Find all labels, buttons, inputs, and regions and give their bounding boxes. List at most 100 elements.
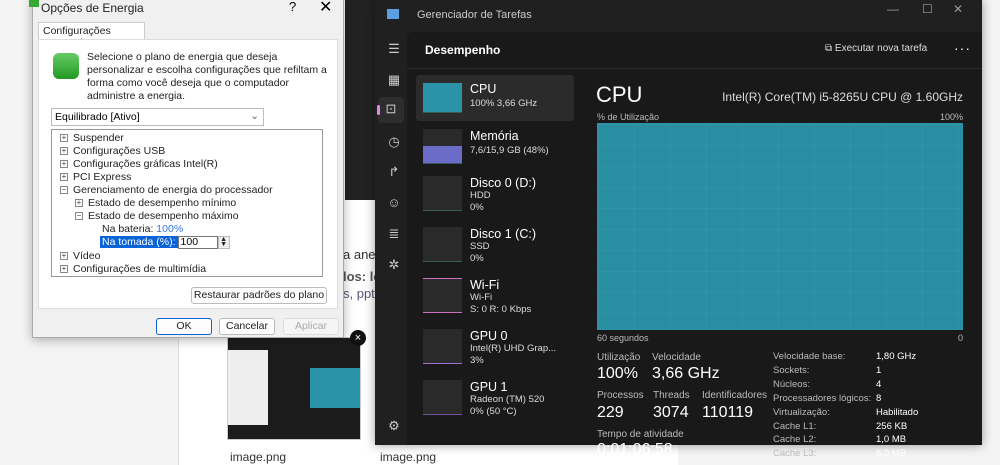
spec-value: 256 KB <box>876 420 908 432</box>
chevron-down-icon: ⌄ <box>250 110 259 122</box>
main-content: Desempenho ⧉ Executar nova tarefa ··· CP… <box>407 32 982 459</box>
nav-performance[interactable]: ⊡ <box>377 97 404 123</box>
stat-label: Utilização <box>597 352 641 363</box>
cpu-model: Intel(R) Core(TM) i5-8265U CPU @ 1.60GHz <box>722 90 963 104</box>
spec-label: Processadores lógicos: <box>773 392 872 404</box>
spec-value: 6,0 MB <box>876 448 907 460</box>
tree-item[interactable]: + Vídeo <box>60 250 100 262</box>
spec-label: Cache L2: <box>773 434 817 446</box>
startup-icon[interactable]: ↱ <box>386 164 402 180</box>
expand-icon: + <box>75 198 83 208</box>
close-icon[interactable]: × <box>350 330 366 346</box>
tree-item[interactable]: + Configurações USB <box>60 145 165 157</box>
stat-processes: 229 <box>597 404 624 421</box>
apply-button[interactable]: Aplicar <box>283 318 339 335</box>
device-gpu1[interactable]: GPU 1 Radeon (TM) 520 0% (50 °C) <box>416 373 574 419</box>
new-task-icon: ⧉ <box>825 43 835 54</box>
power-options-dialog: Opções de Energia ? ✕ Configurações avan… <box>29 0 344 338</box>
processes-icon[interactable]: ▦ <box>386 72 402 88</box>
plan-value: Equilibrado [Ativo] <box>55 111 140 123</box>
expand-icon: + <box>60 251 68 261</box>
ok-button[interactable]: OK <box>156 318 212 335</box>
performance-icon: ⊡ <box>385 101 397 116</box>
image-thumbnail[interactable] <box>227 337 361 440</box>
details-icon[interactable]: ≣ <box>386 226 402 242</box>
history-icon[interactable]: ◷ <box>386 134 402 150</box>
spec-label: Sockets: <box>773 364 810 376</box>
task-manager-icon <box>387 9 399 19</box>
hamburger-menu-icon[interactable]: ☰ <box>386 41 402 57</box>
expand-icon: + <box>60 133 68 143</box>
task-manager-window: Gerenciador de Tarefas — ☐ ✕ ☰ ▦ ⊡ ◷ ↱ ☺… <box>375 0 982 459</box>
close-button[interactable]: ✕ <box>319 0 332 17</box>
graph-label: % de Utilização <box>597 112 660 122</box>
battery-plug-icon <box>53 53 79 79</box>
tab-advanced-settings[interactable]: Configurações avançadas <box>38 22 145 49</box>
tree-item[interactable]: + Configurações gráficas Intel(R) <box>60 158 218 170</box>
spec-value: 1,80 GHz <box>876 351 917 362</box>
stat-handles: 110119 <box>702 404 754 421</box>
more-options-button[interactable]: ··· <box>954 40 971 56</box>
power-icon <box>29 0 39 7</box>
tree-item[interactable]: + Configurações de multimídia <box>60 263 206 275</box>
device-gpu0[interactable]: GPU 0 Intel(R) UHD Grap... 3% <box>416 322 574 368</box>
page-title: Desempenho <box>425 43 501 57</box>
settings-gear-icon[interactable]: ⚙ <box>386 418 402 434</box>
run-new-task-button[interactable]: ⧉ Executar nova tarefa <box>825 43 927 54</box>
detail-title: CPU <box>596 82 643 107</box>
spec-value: 8 <box>876 392 882 404</box>
expand-icon: + <box>60 159 68 169</box>
help-button[interactable]: ? <box>289 0 296 14</box>
tree-item[interactable]: + Estado de desempenho mínimo <box>75 197 236 209</box>
tree-item[interactable]: + PCI Express <box>60 171 131 183</box>
stat-threads: 3074 <box>653 404 689 421</box>
stat-label: Processos <box>597 390 644 401</box>
graph-fill <box>598 124 962 329</box>
plan-select[interactable]: Equilibrado [Ativo] ⌄ <box>51 108 264 126</box>
services-icon[interactable]: ✲ <box>386 257 402 273</box>
stat-label: Velocidade <box>652 352 701 363</box>
settings-tree: + Suspender + Configurações USB + Configura… <box>51 129 323 277</box>
stat-label: Threads <box>653 390 690 401</box>
graph-time-label: 60 segundos <box>597 333 649 343</box>
device-disk0[interactable]: Disco 0 (D:) HDD 0% <box>416 169 574 215</box>
expand-icon: + <box>60 146 68 156</box>
spec-label: Virtualização: <box>773 406 830 418</box>
tree-item[interactable]: − Gerenciamento de energia do processador <box>60 184 273 196</box>
cancel-button[interactable]: Cancelar <box>219 318 275 335</box>
plugged-value-input[interactable]: 100 <box>177 236 218 249</box>
spec-label: Cache L3: <box>773 448 817 460</box>
device-memory[interactable]: Memória 7,6/15,9 GB (48%) <box>416 122 574 168</box>
stat-speed: 3,66 GHz <box>652 365 720 382</box>
close-button[interactable]: ✕ <box>953 2 963 16</box>
graph-time-end: 0 <box>957 333 963 343</box>
minimize-button[interactable]: — <box>887 2 899 16</box>
spec-label: Cache L1: <box>773 420 817 432</box>
spinner-arrows[interactable]: ▲ ▼ <box>217 236 230 249</box>
tree-item[interactable]: + Suspender <box>60 132 124 144</box>
file-name[interactable]: image.png <box>380 450 436 464</box>
maximize-button[interactable]: ☐ <box>922 2 933 16</box>
spec-value: Habilitado <box>876 406 919 418</box>
expand-icon: + <box>60 172 68 182</box>
file-name[interactable]: image.png <box>230 450 286 464</box>
spec-value: 4 <box>876 378 882 390</box>
battery-setting[interactable]: Na bateria: 100% <box>102 223 183 235</box>
stat-utilization: 100% <box>597 365 638 382</box>
plugged-setting[interactable]: Na tomada (%): 100 ▲ ▼ <box>100 236 230 249</box>
device-cpu[interactable]: CPU 100% 3,66 GHz <box>416 75 574 121</box>
collapse-icon: − <box>60 185 68 195</box>
tree-item[interactable]: − Estado de desempenho máximo <box>75 210 239 222</box>
device-disk1[interactable]: Disco 1 (C:) SSD 0% <box>416 220 574 266</box>
spec-label: Velocidade base: <box>773 351 846 362</box>
restore-defaults-button[interactable]: Restaurar padrões do plano <box>191 287 327 304</box>
header: Desempenho ⧉ Executar nova tarefa ··· <box>407 32 982 69</box>
spec-label: Núcleos: <box>773 378 810 390</box>
description: Selecione o plano de energia que deseja … <box>87 51 327 102</box>
dialog-title: Opções de Energia <box>41 1 144 15</box>
collapse-icon: − <box>75 211 83 221</box>
spec-value: 1,0 MB <box>876 434 907 446</box>
users-icon[interactable]: ☺ <box>386 195 402 210</box>
graph-max: 100% <box>939 112 963 122</box>
device-wifi[interactable]: Wi-Fi Wi-Fi S: 0 R: 0 Kbps <box>416 271 574 317</box>
